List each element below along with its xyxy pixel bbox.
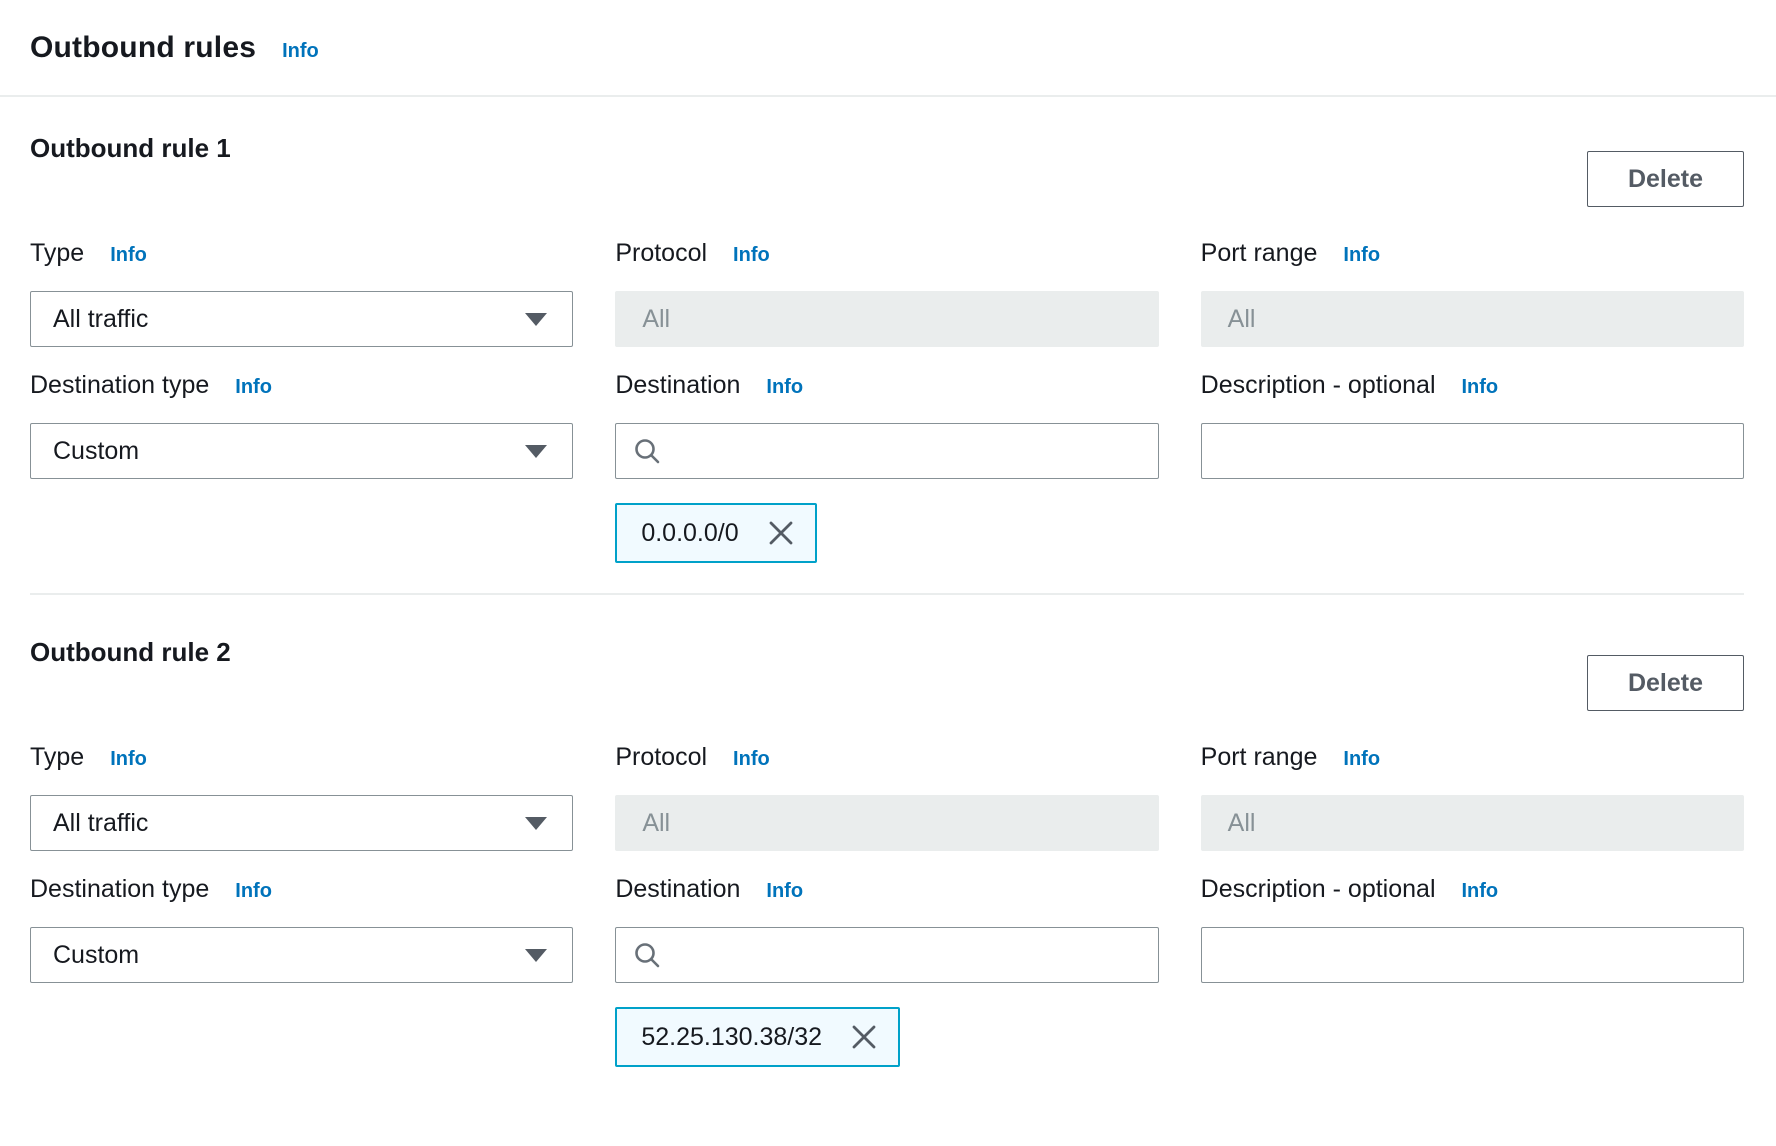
description-info-link[interactable]: Info	[1462, 373, 1499, 401]
destination-type-select-value: Custom	[53, 437, 139, 466]
description-input[interactable]	[1222, 928, 1723, 982]
rule-1-type-select[interactable]: All traffic	[30, 291, 573, 347]
type-label-text: Type	[30, 743, 84, 771]
outbound-rules-info-link[interactable]: Info	[282, 40, 319, 63]
destination-type-info-link[interactable]: Info	[235, 373, 272, 401]
rule-1-destination-type-select[interactable]: Custom	[30, 423, 573, 479]
rule-1-delete-button[interactable]: Delete	[1587, 151, 1744, 207]
destination-search-input[interactable]	[676, 928, 1141, 982]
rule-1-destination-search[interactable]	[615, 423, 1158, 479]
chevron-down-icon	[524, 948, 548, 963]
protocol-label-text: Protocol	[615, 743, 707, 771]
destination-info-link[interactable]: Info	[766, 877, 803, 905]
chevron-down-icon	[524, 816, 548, 831]
chevron-down-icon	[524, 312, 548, 327]
rule-1-port-range-label: Port range Info	[1201, 239, 1744, 267]
type-info-link[interactable]: Info	[110, 241, 147, 269]
search-icon	[632, 940, 662, 970]
rule-2-destination-type-label: Destination type Info	[30, 875, 573, 903]
rule-2-description-label: Description - optional Info	[1201, 875, 1744, 903]
rule-1-destination-label: Destination Info	[615, 371, 1158, 399]
rule-2-destination-tokens: 52.25.130.38/32	[615, 1007, 1158, 1067]
destination-token-value: 0.0.0.0/0	[641, 519, 738, 548]
rule-2-protocol-field: All	[615, 795, 1158, 851]
type-select-value: All traffic	[53, 305, 148, 334]
rule-2-port-range-label: Port range Info	[1201, 743, 1744, 771]
destination-token: 52.25.130.38/32	[615, 1007, 900, 1067]
destination-info-link[interactable]: Info	[766, 373, 803, 401]
outbound-rules-content: Outbound rule 1 Delete Type Info Protoco…	[0, 131, 1776, 1067]
type-info-link[interactable]: Info	[110, 745, 147, 773]
type-select-value: All traffic	[53, 809, 148, 838]
rule-1-description-label: Description - optional Info	[1201, 371, 1744, 399]
description-label-text: Description - optional	[1201, 371, 1436, 399]
description-label-text: Description - optional	[1201, 875, 1436, 903]
destination-token: 0.0.0.0/0	[615, 503, 816, 563]
rule-2-delete-button[interactable]: Delete	[1587, 655, 1744, 711]
destination-type-label-text: Destination type	[30, 371, 209, 399]
page-title: Outbound rules	[30, 31, 256, 65]
description-input[interactable]	[1222, 424, 1723, 478]
destination-label-text: Destination	[615, 875, 740, 903]
destination-type-info-link[interactable]: Info	[235, 877, 272, 905]
port-range-info-link[interactable]: Info	[1343, 241, 1380, 269]
outbound-rules-header: Outbound rules Info	[0, 0, 1776, 97]
rule-2-protocol-label: Protocol Info	[615, 743, 1158, 771]
protocol-label-text: Protocol	[615, 239, 707, 267]
destination-type-select-value: Custom	[53, 941, 139, 970]
chevron-down-icon	[524, 444, 548, 459]
remove-destination-button[interactable]	[767, 519, 795, 547]
port-range-field-value: All	[1228, 305, 1256, 334]
rule-1-port-range-field: All	[1201, 291, 1744, 347]
rule-1-type-label: Type Info	[30, 239, 573, 267]
rule-divider	[30, 593, 1744, 595]
rule-2-description-field[interactable]	[1201, 927, 1744, 983]
rule-1-destination-type-label: Destination type Info	[30, 371, 573, 399]
destination-label-text: Destination	[615, 371, 740, 399]
rule-2-fields-grid: Type Info Protocol Info Port range Info …	[30, 743, 1744, 1067]
outbound-rule-1-section: Outbound rule 1 Delete Type Info Protoco…	[30, 131, 1744, 563]
panel-title-row: Outbound rules Info	[30, 31, 319, 65]
outbound-rule-2-section: Outbound rule 2 Delete Type Info Protoco…	[30, 635, 1744, 1067]
rule-2-destination-label: Destination Info	[615, 875, 1158, 903]
destination-token-value: 52.25.130.38/32	[641, 1023, 822, 1052]
rule-1-destination-tokens: 0.0.0.0/0	[615, 503, 1158, 563]
destination-type-label-text: Destination type	[30, 875, 209, 903]
type-label-text: Type	[30, 239, 84, 267]
protocol-field-value: All	[642, 809, 670, 838]
protocol-info-link[interactable]: Info	[733, 241, 770, 269]
rule-1-protocol-field: All	[615, 291, 1158, 347]
close-icon	[850, 1023, 878, 1051]
rule-2-heading-row: Outbound rule 2 Delete	[30, 635, 1744, 711]
search-icon	[632, 436, 662, 466]
rule-2-heading: Outbound rule 2	[30, 635, 231, 668]
remove-destination-button[interactable]	[850, 1023, 878, 1051]
rule-2-type-select[interactable]: All traffic	[30, 795, 573, 851]
rule-2-destination-search[interactable]	[615, 927, 1158, 983]
close-icon	[767, 519, 795, 547]
destination-search-input[interactable]	[676, 424, 1141, 478]
rule-2-port-range-field: All	[1201, 795, 1744, 851]
protocol-info-link[interactable]: Info	[733, 745, 770, 773]
rule-1-heading-row: Outbound rule 1 Delete	[30, 131, 1744, 207]
rule-1-protocol-label: Protocol Info	[615, 239, 1158, 267]
protocol-field-value: All	[642, 305, 670, 334]
rule-1-description-field[interactable]	[1201, 423, 1744, 479]
description-info-link[interactable]: Info	[1462, 877, 1499, 905]
rule-2-type-label: Type Info	[30, 743, 573, 771]
port-range-info-link[interactable]: Info	[1343, 745, 1380, 773]
rule-2-destination-type-select[interactable]: Custom	[30, 927, 573, 983]
rule-1-fields-grid: Type Info Protocol Info Port range Info …	[30, 239, 1744, 563]
port-range-label-text: Port range	[1201, 743, 1318, 771]
port-range-label-text: Port range	[1201, 239, 1318, 267]
port-range-field-value: All	[1228, 809, 1256, 838]
rule-1-heading: Outbound rule 1	[30, 131, 231, 164]
